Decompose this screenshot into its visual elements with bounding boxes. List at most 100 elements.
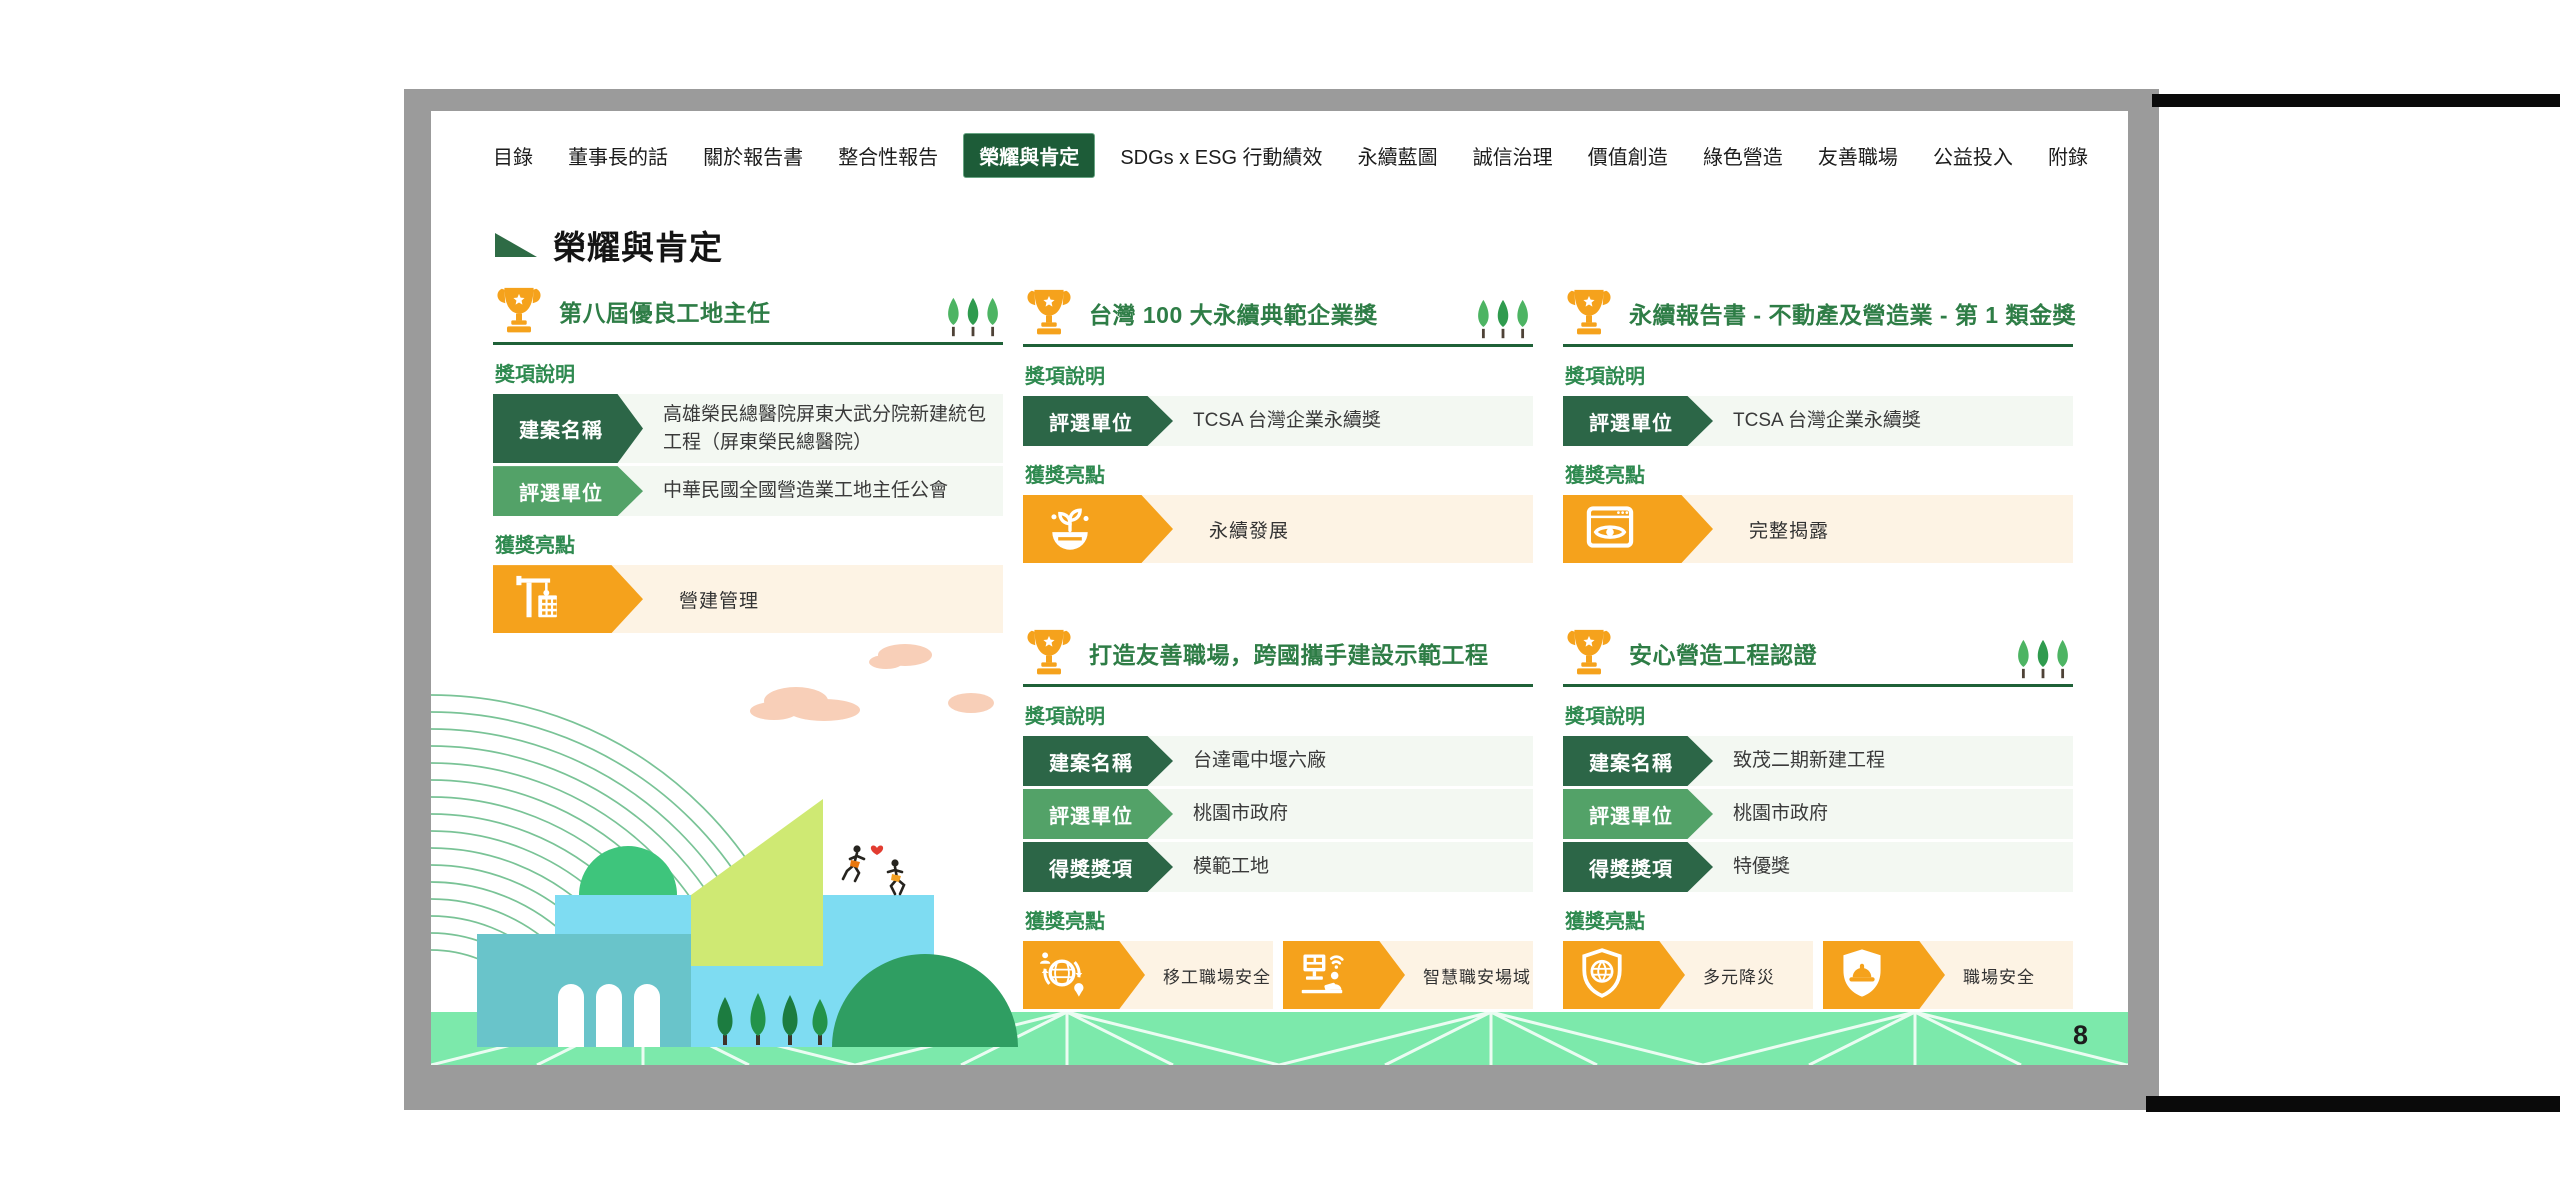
card-header: 打造友善職場，跨國攜手建設示範工程 — [1023, 625, 1533, 687]
row-label-arrow: 建案名稱 — [493, 394, 643, 463]
award-rows: 建案名稱 高雄榮民總醫院屏東大武分院新建統包工程（屏東榮民總醫院） 評選單位 中… — [493, 394, 1003, 516]
trophy-icon — [1023, 629, 1075, 677]
award-highlights: 營建管理 — [493, 565, 1003, 633]
sustainability-plant-icon — [1043, 500, 1097, 559]
section-label-award-highlights: 獲獎亮點 — [1565, 459, 2073, 488]
highlight-arrow — [1283, 941, 1405, 1009]
award-card: 台灣 100 大永續典範企業獎 獎項說明 評選單位 TCSA 台灣企業永續獎 獲… — [1023, 285, 1533, 563]
section-label-award-description: 獎項說明 — [1025, 360, 1533, 389]
nav-tab[interactable]: 永續藍圖 — [1348, 134, 1448, 177]
award-row: 得獎獎項 特優獎 — [1563, 842, 2073, 892]
nav-tab[interactable]: 綠色營造 — [1693, 134, 1793, 177]
highlight-arrow — [1023, 495, 1173, 563]
card-header: 安心營造工程認證 — [1563, 625, 2073, 687]
award-highlights: 完整揭露 — [1563, 495, 2073, 563]
nav-tab[interactable]: 公益投入 — [1923, 134, 2023, 177]
award-row: 評選單位 TCSA 台灣企業永續獎 — [1563, 396, 2073, 446]
nav-tab[interactable]: 榮耀與肯定 — [963, 133, 1095, 178]
award-highlights: 移工職場安全 智慧職安場域 — [1023, 941, 1533, 1009]
award-highlight: 營建管理 — [493, 565, 1003, 633]
row-label-arrow: 評選單位 — [1563, 789, 1713, 839]
title-triangle-icon — [495, 233, 537, 257]
section-label-award-description: 獎項說明 — [495, 358, 1003, 387]
award-card: 第八屆優良工地主任 獎項說明 建案名稱 高雄榮民總醫院屏東大武分院新建統包工程（… — [493, 283, 1003, 633]
section-label-award-highlights: 獲獎亮點 — [1025, 459, 1533, 488]
nav-tab[interactable]: 董事長的話 — [558, 134, 678, 177]
award-card: 打造友善職場，跨國攜手建設示範工程 獎項說明 建案名稱 台達電中堰六廠 評選單位… — [1023, 625, 1533, 1009]
row-label-arrow: 建案名稱 — [1023, 736, 1173, 786]
card-header: 第八屆優良工地主任 — [493, 283, 1003, 345]
nav-tab[interactable]: 友善職場 — [1808, 134, 1908, 177]
report-slide: 目錄董事長的話關於報告書整合性報告榮耀與肯定SDGs x ESG 行動績效永續藍… — [431, 111, 2128, 1065]
highlight-arrow — [1023, 941, 1145, 1009]
section-label-award-highlights: 獲獎亮點 — [495, 529, 1003, 558]
window-edge-top — [2152, 94, 2560, 107]
card-header: 台灣 100 大永續典範企業獎 — [1023, 285, 1533, 347]
nav-tab[interactable]: 附錄 — [2038, 134, 2098, 177]
highlight-arrow — [1563, 941, 1685, 1009]
nav-tab[interactable]: 關於報告書 — [693, 134, 813, 177]
highlight-arrow — [1823, 941, 1945, 1009]
section-label-award-highlights: 獲獎亮點 — [1025, 905, 1533, 934]
award-rows: 建案名稱 台達電中堰六廠 評選單位 桃園市政府 得獎獎項 模範工地 — [1023, 736, 1533, 892]
trees-icon — [943, 296, 1003, 339]
card-header: 永續報告書 - 不動產及營造業 - 第 1 類金獎 — [1563, 285, 2073, 347]
card-title: 安心營造工程認證 — [1629, 636, 1817, 670]
nav-tab[interactable]: 價值創造 — [1578, 134, 1678, 177]
page-title-block: 榮耀與肯定 — [495, 221, 723, 269]
nav-tab[interactable]: SDGs x ESG 行動績效 — [1110, 134, 1332, 177]
trophy-icon — [1563, 289, 1615, 337]
row-label-arrow: 評選單位 — [1563, 396, 1713, 446]
smart-monitor-icon — [1295, 946, 1349, 1005]
award-rows: 建案名稱 致茂二期新建工程 評選單位 桃園市政府 得獎獎項 特優獎 — [1563, 736, 2073, 892]
trophy-icon — [1563, 629, 1615, 677]
award-row: 得獎獎項 模範工地 — [1023, 842, 1533, 892]
top-nav: 目錄董事長的話關於報告書整合性報告榮耀與肯定 SDGs x ESG 行動績效永續藍… — [431, 133, 2128, 177]
card-title: 第八屆優良工地主任 — [559, 294, 771, 328]
trees-icon — [1473, 298, 1533, 341]
award-highlight: 智慧職安場域 — [1283, 941, 1533, 1009]
highlight-arrow — [1563, 495, 1713, 563]
row-label-arrow: 建案名稱 — [1563, 736, 1713, 786]
shield-helmet-icon — [1835, 946, 1889, 1005]
award-row: 評選單位 中華民國全國營造業工地主任公會 — [493, 466, 1003, 516]
award-highlight: 永續發展 — [1023, 495, 1533, 563]
page-title: 榮耀與肯定 — [553, 221, 723, 269]
globe-recycle-icon — [1035, 946, 1089, 1005]
window-edge-bottom — [2146, 1096, 2560, 1112]
award-rows: 評選單位 TCSA 台灣企業永續獎 — [1563, 396, 2073, 446]
shield-globe-icon — [1575, 946, 1629, 1005]
crane-building-icon — [513, 570, 567, 629]
award-row: 建案名稱 台達電中堰六廠 — [1023, 736, 1533, 786]
card-title: 永續報告書 - 不動產及營造業 - 第 1 類金獎 — [1629, 296, 2076, 330]
eye-window-icon — [1583, 500, 1637, 559]
award-row: 評選單位 桃園市政府 — [1023, 789, 1533, 839]
award-highlight: 職場安全 — [1823, 941, 2073, 1009]
award-row: 評選單位 TCSA 台灣企業永續獎 — [1023, 396, 1533, 446]
award-highlights: 多元降災 職場安全 — [1563, 941, 2073, 1009]
award-highlight: 多元降災 — [1563, 941, 1813, 1009]
trophy-icon — [493, 287, 545, 335]
row-label-arrow: 評選單位 — [493, 466, 643, 516]
row-label-arrow: 得獎獎項 — [1563, 842, 1713, 892]
award-highlight: 完整揭露 — [1563, 495, 2073, 563]
section-label-award-description: 獎項說明 — [1025, 700, 1533, 729]
award-rows: 評選單位 TCSA 台灣企業永續獎 — [1023, 396, 1533, 446]
row-label-arrow: 得獎獎項 — [1023, 842, 1173, 892]
award-row: 建案名稱 高雄榮民總醫院屏東大武分院新建統包工程（屏東榮民總醫院） — [493, 394, 1003, 463]
award-card: 永續報告書 - 不動產及營造業 - 第 1 類金獎 獎項說明 評選單位 TCSA… — [1563, 285, 2073, 563]
row-label-arrow: 評選單位 — [1023, 396, 1173, 446]
row-label-arrow: 評選單位 — [1023, 789, 1173, 839]
trophy-icon — [1023, 289, 1075, 337]
nav-tab[interactable]: 整合性報告 — [828, 134, 948, 177]
section-label-award-description: 獎項說明 — [1565, 700, 2073, 729]
trees-icon — [2013, 638, 2073, 681]
section-label-award-description: 獎項說明 — [1565, 360, 2073, 389]
award-card: 安心營造工程認證 獎項說明 建案名稱 致茂二期新建工程 評選單位 桃園市政府 得… — [1563, 625, 2073, 1009]
nav-tab[interactable]: 誠信治理 — [1463, 134, 1563, 177]
highlight-arrow — [493, 565, 643, 633]
nav-tab[interactable]: 目錄 — [483, 134, 543, 177]
section-label-award-highlights: 獲獎亮點 — [1565, 905, 2073, 934]
card-title: 台灣 100 大永續典範企業獎 — [1089, 296, 1378, 330]
screenshot-canvas: 目錄董事長的話關於報告書整合性報告榮耀與肯定SDGs x ESG 行動績效永續藍… — [0, 0, 2560, 1200]
